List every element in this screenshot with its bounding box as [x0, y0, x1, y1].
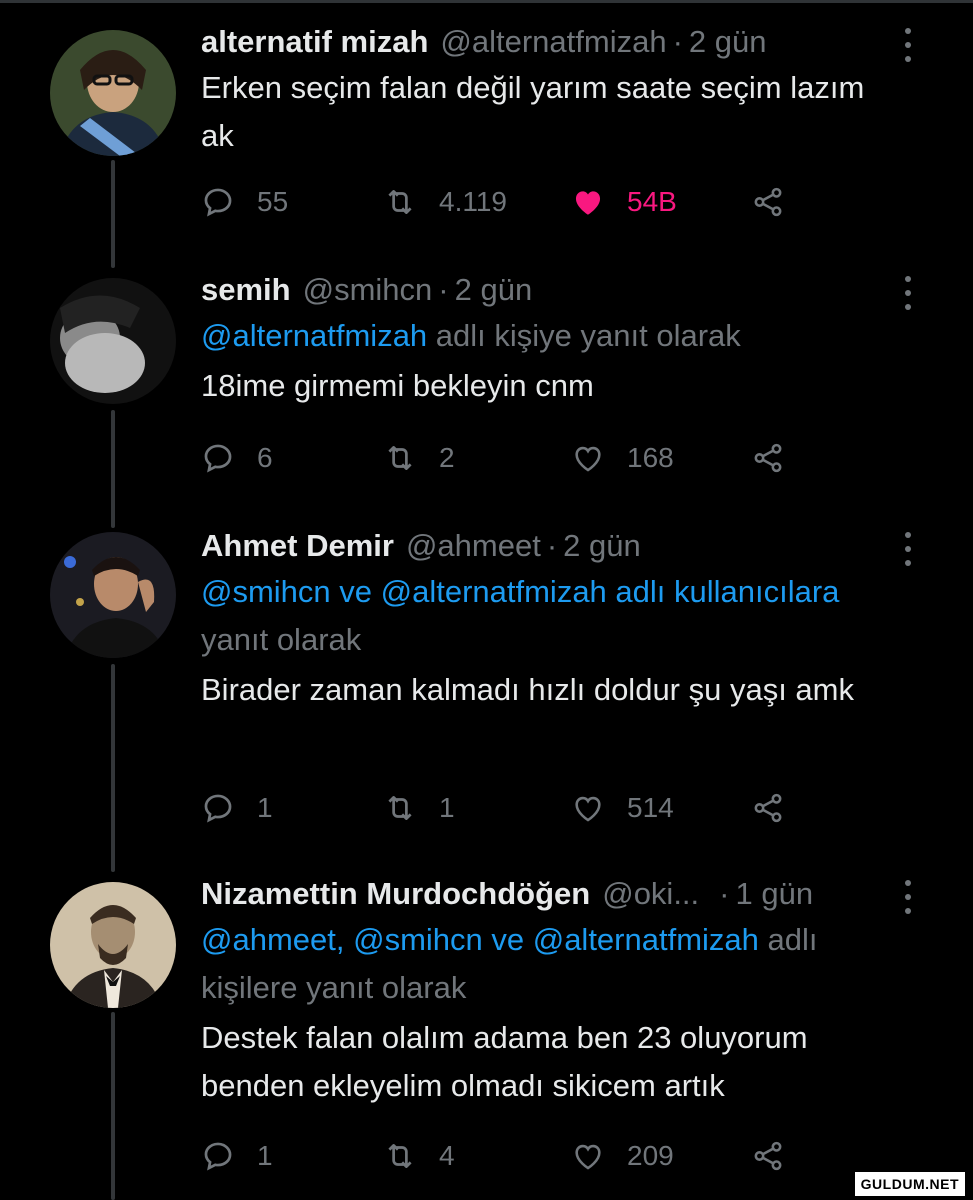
separator-dot: ·	[719, 876, 730, 911]
retweet-button[interactable]: 4	[383, 1136, 455, 1176]
thread-connector	[111, 664, 115, 872]
author-name[interactable]: alternatif mizah	[201, 22, 428, 62]
more-vertical-icon[interactable]	[903, 880, 913, 914]
retweet-icon	[388, 1144, 412, 1168]
comment-bubble-icon	[204, 188, 232, 217]
heart-icon	[575, 796, 601, 822]
like-count: 209	[627, 1140, 674, 1171]
timestamp[interactable]: 2 gün	[563, 526, 641, 566]
timestamp[interactable]: 1 gün	[735, 874, 813, 914]
reply-context: @alternatfmizah adlı kişiye yanıt olarak	[201, 312, 923, 360]
separator-dot: ·	[546, 528, 558, 563]
like-button[interactable]: 209	[571, 1136, 674, 1176]
retweet-icon	[388, 190, 412, 214]
comment-bubble-icon	[204, 444, 232, 473]
tweet-text: Birader zaman kalmadı hızlı doldur şu ya…	[201, 672, 854, 707]
heart-icon	[575, 1144, 601, 1170]
comment-bubble-icon	[204, 794, 232, 823]
retweet-count: 4	[439, 1140, 455, 1171]
reply-button[interactable]: 1	[201, 788, 273, 828]
reply-button[interactable]: 55	[201, 182, 288, 222]
heart-icon	[575, 191, 601, 215]
tweet-text: 18ime girmemi bekleyin cnm	[201, 368, 594, 403]
share-button[interactable]	[751, 1136, 807, 1176]
author-handle[interactable]: @oki...	[602, 874, 699, 914]
heart-icon	[575, 446, 601, 472]
retweet-button[interactable]: 2	[383, 438, 455, 478]
share-icon	[754, 1141, 782, 1171]
timestamp[interactable]: 2 gün	[455, 270, 533, 310]
reply-button[interactable]: 1	[201, 1136, 273, 1176]
share-button[interactable]	[751, 182, 807, 222]
retweet-icon	[388, 446, 412, 470]
avatar[interactable]	[50, 30, 176, 156]
timestamp[interactable]: 2 gün	[689, 22, 767, 62]
reply-context-text: adlı kişiye yanıt olarak	[427, 318, 741, 353]
thread-connector	[111, 1012, 115, 1200]
like-count: 514	[627, 792, 674, 823]
retweet-button[interactable]: 4.119	[383, 182, 507, 222]
like-count: 54B	[627, 186, 677, 217]
avatar[interactable]	[50, 278, 176, 404]
author-name[interactable]: Ahmet Demir	[201, 526, 394, 566]
mention-link[interactable]: @smihcn ve @alternatfmizah adlı kullanıc…	[201, 574, 839, 609]
thread-connector	[111, 410, 115, 528]
retweet-button[interactable]: 1	[383, 788, 455, 828]
more-vertical-icon[interactable]	[903, 276, 913, 310]
author-handle[interactable]: @ahmeet	[406, 526, 541, 566]
share-icon	[754, 443, 782, 473]
like-button[interactable]: 514	[571, 788, 674, 828]
share-button[interactable]	[751, 438, 807, 478]
share-icon	[754, 793, 782, 823]
avatar[interactable]	[50, 882, 176, 1008]
mention-link[interactable]: @ahmeet, @smihcn ve @alternatfmizah	[201, 922, 759, 957]
watermark: GULDUM.NET	[854, 1172, 965, 1196]
more-vertical-icon[interactable]	[903, 532, 913, 566]
like-button[interactable]: 168	[571, 438, 674, 478]
share-button[interactable]	[751, 788, 807, 828]
retweet-count: 1	[439, 792, 455, 823]
separator-dot: ·	[672, 24, 683, 59]
like-count: 168	[627, 442, 674, 473]
reply-count: 6	[257, 442, 273, 473]
separator-dot: ·	[438, 272, 449, 307]
reply-button[interactable]: 6	[201, 438, 273, 478]
tweet-text: Destek falan olalım adama ben 23 oluyoru…	[201, 1020, 808, 1103]
avatar[interactable]	[50, 532, 176, 658]
retweet-count: 4.119	[439, 186, 507, 217]
mention-link[interactable]: @alternatfmizah	[201, 318, 427, 353]
reply-context: @smihcn ve @alternatfmizah adlı kullanıc…	[201, 568, 911, 664]
thread-connector	[111, 160, 115, 268]
like-button[interactable]: 54B	[571, 182, 677, 222]
retweet-icon	[388, 796, 412, 820]
comment-bubble-icon	[204, 1142, 232, 1171]
top-divider	[0, 0, 973, 3]
author-handle[interactable]: @alternatfmizah	[440, 22, 666, 62]
reply-count: 55	[257, 186, 289, 217]
share-icon	[754, 187, 782, 217]
author-name[interactable]: semih	[201, 270, 291, 310]
author-name[interactable]: Nizamettin Murdochdöğen	[201, 874, 590, 914]
reply-count: 1	[257, 792, 273, 823]
author-handle[interactable]: @smihcn	[303, 270, 433, 310]
reply-context-text: yanıt olarak	[201, 622, 362, 657]
reply-count: 1	[257, 1140, 273, 1171]
tweet-text: Erken seçim falan değil yarım saate seçi…	[201, 70, 865, 153]
retweet-count: 2	[439, 442, 455, 473]
reply-context: @ahmeet, @smihcn ve @alternatfmizah adlı…	[201, 916, 901, 1012]
more-vertical-icon[interactable]	[903, 28, 913, 62]
